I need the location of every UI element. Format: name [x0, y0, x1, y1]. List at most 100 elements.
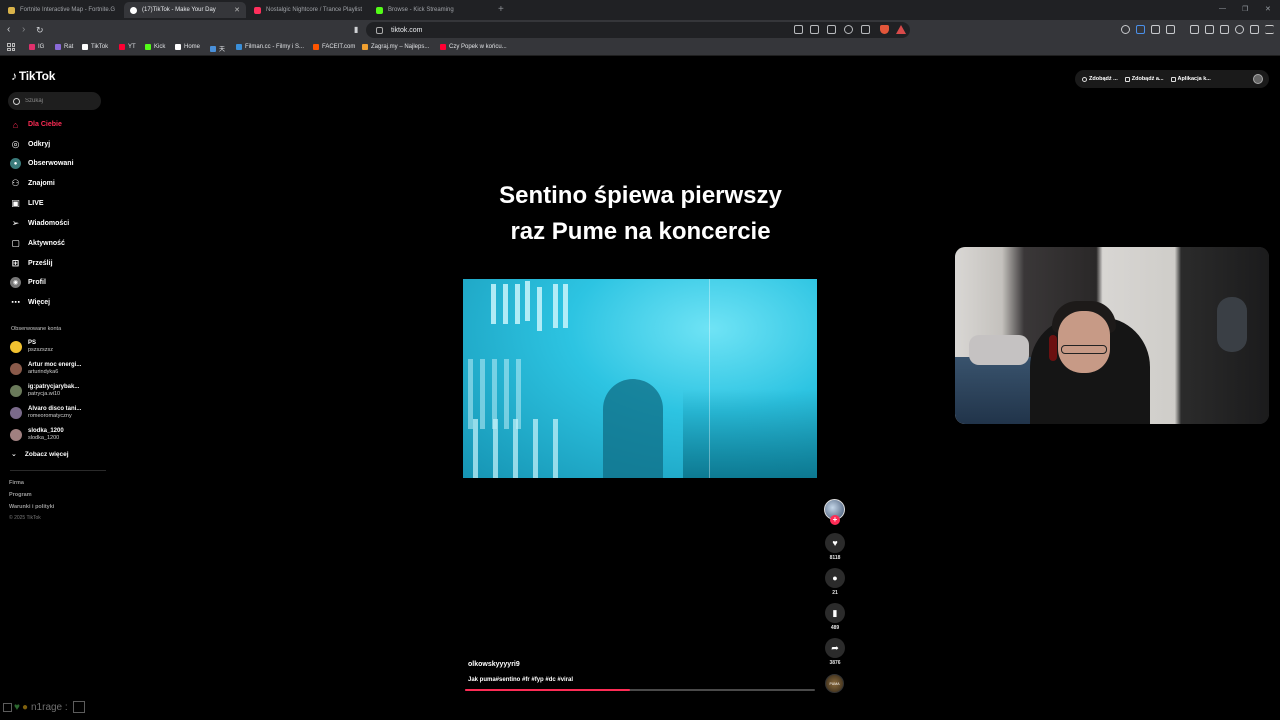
nav-following[interactable]: ● Obserwowani [10, 158, 74, 169]
wallet-icon[interactable] [1136, 25, 1145, 34]
bookmark-kick[interactable]: Kick [145, 44, 165, 50]
menu-icon[interactable] [1265, 25, 1274, 34]
minimize-icon[interactable]: — [1219, 5, 1226, 12]
search-input[interactable] [25, 98, 95, 104]
follow-plus-icon[interactable]: + [830, 515, 840, 525]
site-info-icon[interactable] [376, 26, 383, 34]
media-icon[interactable] [1190, 25, 1199, 34]
leo-ai-icon[interactable] [1235, 25, 1244, 34]
bookmark-zagraj[interactable]: Zagraj.my – Najleps... [362, 44, 429, 50]
nav-upload[interactable]: ⊞ Prześlij [10, 258, 53, 269]
new-tab-icon[interactable]: + [498, 4, 504, 15]
see-more-button[interactable]: ⌄ Zobacz więcej [11, 450, 69, 459]
nav-for-you[interactable]: ⌂ Dla Ciebie [10, 119, 62, 130]
nav-more[interactable]: ⋯ Więcej [10, 297, 50, 308]
extensions-icon[interactable] [1151, 25, 1160, 34]
followed-account[interactable]: Artur moc energi... arturindyka6 [10, 362, 81, 376]
messages-icon: ➢ [11, 218, 20, 228]
followed-account[interactable]: ig:patrycjarybak... patrycja.wi10 [10, 384, 79, 398]
zoom-icon[interactable] [844, 25, 853, 34]
nav-profile[interactable]: ◉ Profil [10, 277, 46, 288]
tab-nightcore-playlist[interactable]: Nostalgic Nightcore / Trance Playlist [248, 2, 368, 18]
bookmark-tian[interactable]: 天 [210, 44, 225, 53]
overlay-username: n1rage : [30, 701, 68, 713]
compass-icon: ◎ [11, 139, 20, 149]
tab-title: Browse - Kick Streaming [388, 7, 454, 13]
tab-fortnite-map[interactable]: Fortnite Interactive Map - Fortnite.G [2, 2, 122, 18]
reader-mode-icon[interactable] [794, 25, 803, 34]
back-icon[interactable]: ‹ [7, 24, 10, 36]
bookmark-home[interactable]: Home [175, 44, 200, 50]
friends-icon: ⚇ [11, 178, 20, 188]
share-button[interactable]: ➦ 3876 [824, 638, 846, 666]
apps-grid-icon[interactable] [7, 43, 15, 51]
shield-icon[interactable] [1250, 25, 1259, 34]
search-bar[interactable] [8, 92, 101, 110]
nav-friends[interactable]: ⚇ Znajomi [10, 178, 54, 189]
music-disc-icon[interactable]: PUMA [825, 674, 844, 693]
footer-link-terms[interactable]: Warunki i polityki [9, 504, 54, 510]
video-player[interactable] [463, 279, 817, 478]
copyright: © 2025 TikTok [9, 515, 41, 521]
close-tab-icon[interactable]: ✕ [234, 6, 240, 14]
letter-icon [210, 45, 216, 52]
sidebar-icon[interactable] [1205, 25, 1214, 34]
share-arrow-icon: ➦ [825, 638, 845, 658]
tab-tiktok[interactable]: (17)TikTok - Make Your Day ✕ [124, 2, 246, 18]
video-caption[interactable]: Jak puma#sentino #fr #fyp #dc #viral [468, 677, 573, 683]
bookmark-filman[interactable]: Filman.cc - Filmy i S... [236, 44, 304, 50]
nav-live[interactable]: ▣ LIVE [10, 198, 43, 209]
reload-icon[interactable]: ↻ [36, 24, 44, 36]
get-app-button[interactable]: Zdobądź a... [1124, 76, 1164, 82]
followed-account[interactable]: slodka_1200 slodka_1200 [10, 428, 64, 442]
video-progress-bar[interactable] [465, 689, 815, 691]
desktop-app-button[interactable]: Aplikacja k... [1170, 76, 1211, 82]
share-icon[interactable] [861, 25, 870, 34]
rewards-icon[interactable] [896, 25, 906, 34]
kick-favicon-icon [376, 6, 383, 14]
profile-icon: ◉ [10, 277, 21, 288]
heart-icon: ♥ [14, 701, 20, 713]
wallet-panel-icon[interactable] [1220, 25, 1229, 34]
followed-account[interactable]: Alvaro disco tani... romeoromatyczny [10, 406, 81, 420]
tab-kick[interactable]: Browse - Kick Streaming [370, 2, 490, 18]
tiktok-logo[interactable]: ♪ TikTok [11, 69, 55, 83]
brave-shields-icon[interactable] [880, 25, 889, 34]
nav-activity[interactable]: ▢ Aktywność [10, 238, 65, 249]
bookmark-rat[interactable]: Rat [55, 44, 73, 50]
coin-icon: ● [21, 701, 28, 713]
phone-icon [1124, 76, 1130, 82]
youtube-icon [440, 44, 446, 50]
footer-link-company[interactable]: Firma [9, 480, 24, 486]
nav-messages[interactable]: ➢ Wiadomości [10, 218, 69, 229]
user-avatar[interactable] [1253, 74, 1263, 84]
bookmark-popek[interactable]: Czy Popek w końcu... [440, 44, 507, 50]
screenshot-icon[interactable] [1166, 25, 1175, 34]
translate-icon[interactable] [827, 25, 836, 34]
tab-title: Nostalgic Nightcore / Trance Playlist [266, 7, 363, 13]
like-button[interactable]: ♥ 8118 [824, 533, 846, 561]
restore-icon[interactable]: ❐ [1242, 5, 1248, 13]
search-icon [13, 97, 20, 105]
bookmark-icon[interactable]: ▮ [354, 24, 358, 36]
bookmark-icon: ▮ [825, 603, 845, 623]
install-app-icon[interactable] [810, 25, 819, 34]
bookmark-tiktok[interactable]: TikTok [82, 44, 108, 50]
get-coins-button[interactable]: Zdobądź ... [1082, 76, 1118, 82]
bookmark-ig[interactable]: IG [29, 44, 44, 50]
stream-overlay: ♥ ● n1rage : [3, 701, 87, 713]
nav-explore[interactable]: ◎ Odkryj [10, 139, 51, 150]
footer-link-program[interactable]: Program [9, 492, 32, 498]
close-window-icon[interactable]: ✕ [1265, 5, 1271, 13]
video-username[interactable]: olkowskyyyyri9 [468, 661, 520, 668]
forward-icon[interactable]: › [22, 24, 25, 36]
home-icon: ⌂ [12, 119, 19, 130]
heart-icon: ♥ [825, 533, 845, 553]
followed-account[interactable]: PS pszszszsz [10, 340, 53, 354]
vpn-icon[interactable] [1121, 25, 1130, 34]
bookmark-faceit[interactable]: FACEIT.com [313, 44, 355, 50]
save-button[interactable]: ▮ 489 [824, 603, 846, 631]
bookmark-yt[interactable]: YT [119, 44, 136, 50]
upload-icon: ⊞ [11, 258, 20, 268]
comment-button[interactable]: ● 21 [824, 568, 846, 596]
